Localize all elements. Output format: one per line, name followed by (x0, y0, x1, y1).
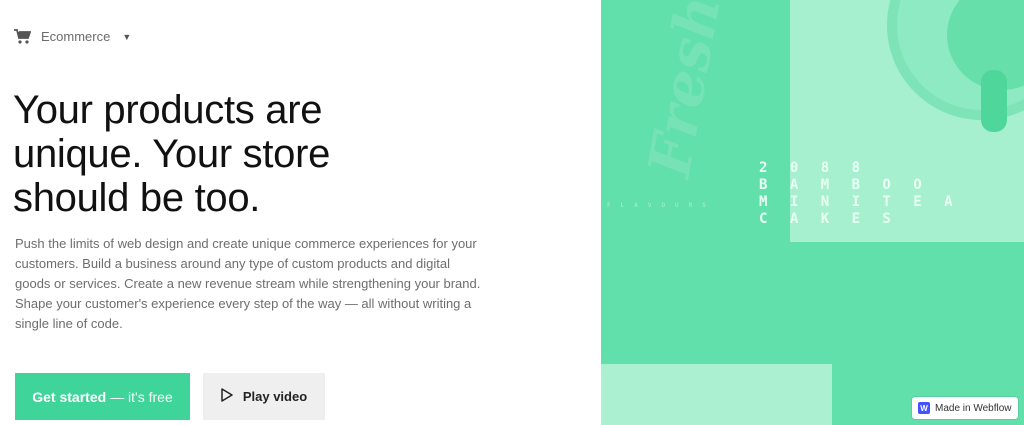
hero-product-text: 2 0 8 8 B A M B O O M I N I T E A C A K … (759, 160, 960, 228)
page-title: Your products are unique. Your store sho… (13, 88, 331, 220)
webflow-logo-icon: W (918, 402, 930, 414)
cup-handle (981, 70, 1007, 132)
get-started-sublabel: — it's free (110, 388, 173, 405)
get-started-button[interactable]: Get started — it's free (15, 373, 190, 420)
category-label: Ecommerce (41, 29, 111, 44)
play-video-button[interactable]: Play video (203, 373, 325, 420)
hero-line: M I N I T E A (759, 194, 960, 210)
hero-line: C A K E S (759, 211, 898, 227)
hero-script-text-secondary: Fresh (635, 0, 734, 182)
hero-copy-column: Ecommerce ▼ Your products are unique. Yo… (0, 0, 600, 425)
hero-panel-bottom (601, 364, 832, 425)
made-in-webflow-badge[interactable]: W Made in Webflow (912, 397, 1018, 419)
get-started-label: Get started (32, 388, 107, 405)
chevron-down-icon: ▼ (122, 31, 132, 42)
category-dropdown[interactable]: Ecommerce ▼ (14, 29, 131, 44)
hero-image: Tea Fresh FLAVOURS 2 0 8 8 B A M B O O M… (601, 0, 1024, 425)
intro-paragraph: Push the limits of web design and create… (15, 236, 481, 331)
badge-label: Made in Webflow (935, 402, 1012, 414)
hero-line: B A M B O O (759, 177, 929, 193)
hero-line: 2 0 8 8 (759, 160, 868, 176)
cart-icon (14, 29, 31, 44)
hero-flavours-text: FLAVOURS (607, 202, 716, 209)
play-video-label: Play video (242, 389, 308, 404)
play-icon (221, 388, 233, 405)
